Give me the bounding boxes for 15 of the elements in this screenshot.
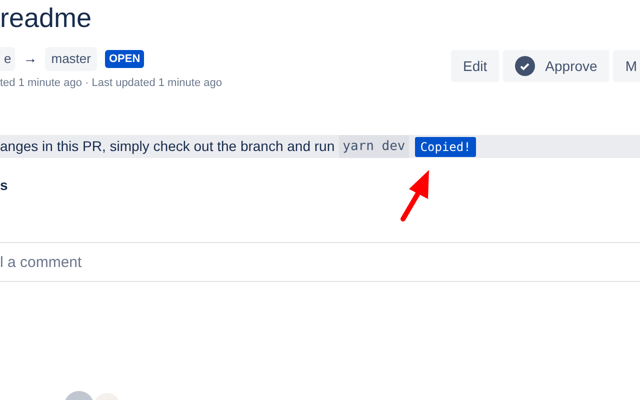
status-badge: OPEN (104, 50, 144, 68)
action-button[interactable]: Edit (451, 50, 500, 82)
pr-title: readme (0, 2, 93, 35)
section-heading: s (0, 176, 9, 195)
action-button[interactable]: M (613, 50, 640, 82)
copied-tooltip: Copied! (415, 136, 476, 156)
description-text: anges in this PR, simply check out the branch and run (0, 137, 335, 156)
comment-field[interactable]: l a comment (0, 243, 640, 281)
approve-button[interactable]: Approve (503, 50, 610, 82)
arrow-glyph: → (23, 49, 38, 68)
meta-text: ted 1 minute ago · Last updated 1 minute ago (0, 76, 222, 90)
branch-chip[interactable]: master (45, 47, 97, 70)
branch-chip[interactable]: e (0, 47, 16, 70)
code-snippet: yarn dev (338, 135, 410, 158)
check-circle-icon (515, 56, 536, 76)
